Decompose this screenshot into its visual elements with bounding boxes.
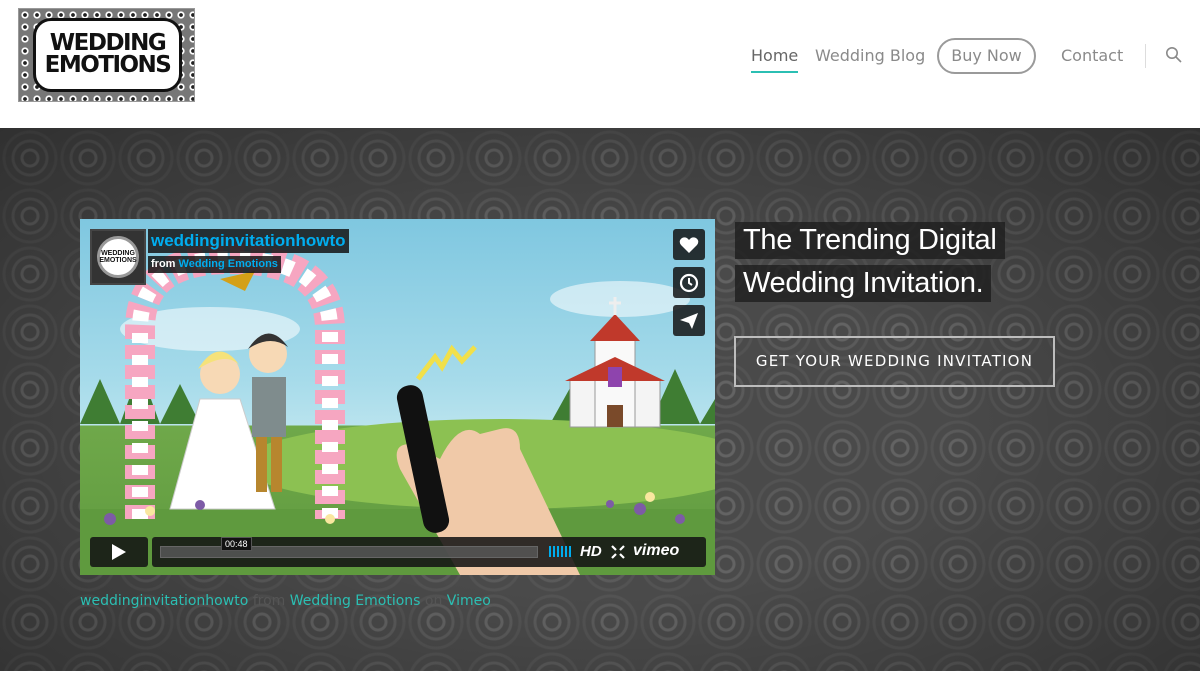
- watch-later-button[interactable]: [673, 267, 705, 298]
- caption-on-text: on: [424, 593, 443, 609]
- share-button[interactable]: [673, 305, 705, 336]
- headline-line-1: The Trending Digital: [735, 222, 1005, 259]
- get-invitation-button[interactable]: GET YOUR WEDDING INVITATION: [734, 336, 1055, 387]
- video-from-line: from Wedding Emotions: [148, 256, 281, 273]
- channel-avatar[interactable]: WEDDING EMOTIONS: [90, 229, 146, 285]
- hd-toggle[interactable]: HD: [580, 543, 602, 560]
- video-caption: weddinginvitationhowto from Wedding Emot…: [80, 593, 491, 609]
- channel-text: weddinginvitationhowto from Wedding Emot…: [148, 229, 349, 285]
- video-controls: 00:48 HD vimeo: [90, 537, 706, 567]
- play-button[interactable]: [90, 537, 148, 567]
- hero-headline: The Trending Digital Wedding Invitation.: [735, 222, 1005, 308]
- video-control-bar: 00:48 HD vimeo: [152, 537, 706, 567]
- caption-vimeo-link[interactable]: Vimeo: [447, 593, 491, 609]
- play-icon: [112, 544, 126, 560]
- nav-divider: [1145, 44, 1146, 68]
- caption-from-text: from: [252, 593, 286, 609]
- nav-contact[interactable]: Contact: [1061, 38, 1123, 74]
- video-player[interactable]: WEDDING EMOTIONS weddinginvitationhowto f…: [80, 219, 715, 575]
- page-bottom-edge: [0, 671, 1200, 675]
- nav-home[interactable]: Home: [751, 38, 799, 74]
- from-label: from: [151, 258, 176, 270]
- site-header: WEDDING EMOTIONS Home Wedding Blog Buy N…: [0, 0, 1200, 128]
- video-title-link[interactable]: weddinginvitationhowto: [148, 229, 349, 253]
- heart-icon: [679, 236, 699, 253]
- volume-control[interactable]: [549, 546, 571, 557]
- nav-wedding-blog[interactable]: Wedding Blog: [815, 38, 925, 74]
- caption-video-link[interactable]: weddinginvitationhowto: [80, 593, 248, 609]
- search-icon[interactable]: [1165, 46, 1183, 64]
- video-timeline[interactable]: 00:48: [160, 537, 538, 558]
- main-nav: Home Wedding Blog Buy Now Contact: [0, 38, 1200, 78]
- caption-channel-link[interactable]: Wedding Emotions: [290, 593, 421, 609]
- video-channel-badge[interactable]: WEDDING EMOTIONS weddinginvitationhowto f…: [90, 229, 349, 285]
- clock-icon: [679, 273, 699, 292]
- fullscreen-icon[interactable]: [611, 545, 625, 559]
- channel-avatar-logo: WEDDING EMOTIONS: [97, 236, 139, 278]
- buy-now-button[interactable]: Buy Now: [937, 38, 1036, 74]
- video-timecode: 00:48: [221, 537, 252, 551]
- vimeo-logo[interactable]: vimeo: [633, 542, 679, 560]
- headline-line-2: Wedding Invitation.: [735, 265, 992, 302]
- send-icon: [680, 312, 698, 329]
- from-channel-link[interactable]: Wedding Emotions: [179, 258, 278, 270]
- like-button[interactable]: [673, 229, 705, 260]
